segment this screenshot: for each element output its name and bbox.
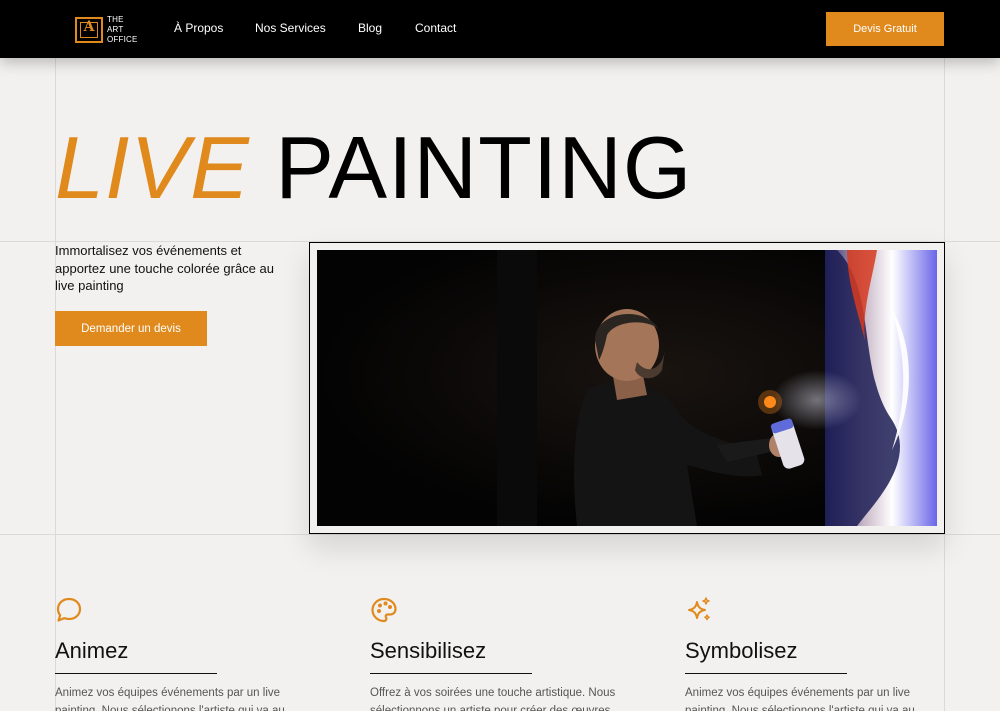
nav-link-blog[interactable]: Blog bbox=[358, 21, 382, 35]
feature-sensibilisez: Sensibilisez Offrez à vos soirées une to… bbox=[370, 596, 640, 711]
feature-divider bbox=[685, 673, 847, 674]
live-painting-illustration bbox=[317, 250, 937, 526]
logo-line: THE bbox=[107, 15, 124, 24]
feature-symbolisez: Symbolisez Animez vos équipes événements… bbox=[685, 596, 955, 711]
feature-text: Animez vos équipes événements par un liv… bbox=[685, 687, 915, 711]
palette-icon bbox=[371, 597, 397, 623]
feature-divider bbox=[370, 673, 532, 674]
logo-letter: A bbox=[83, 19, 95, 35]
feature-divider bbox=[55, 673, 217, 674]
nav-link-nos-services[interactable]: Nos Services bbox=[255, 21, 326, 35]
nav-link-contact[interactable]: Contact bbox=[415, 21, 456, 35]
chat-bubble-icon bbox=[56, 597, 82, 622]
demander-devis-button[interactable]: Demander un devis bbox=[55, 311, 207, 346]
devis-gratuit-button[interactable]: Devis Gratuit bbox=[826, 12, 944, 46]
feature-animez: Animez Animez vos équipes événements par… bbox=[55, 596, 325, 711]
feature-text: Animez vos équipes événements par un liv… bbox=[55, 687, 285, 711]
site-logo[interactable]: A THE ART OFFICE bbox=[75, 15, 138, 45]
sparkles-icon bbox=[688, 597, 710, 621]
feature-title: Symbolisez bbox=[685, 638, 798, 663]
hero-title-accent: LIVE bbox=[55, 118, 250, 217]
guide-line bbox=[0, 534, 1000, 535]
feature-text: Offrez à vos soirées une touche artistiq… bbox=[370, 687, 616, 711]
hero-title: LIVE PAINTING bbox=[55, 118, 692, 218]
logo-text: THE ART OFFICE bbox=[107, 15, 138, 45]
hero-photo-live-painter bbox=[317, 250, 937, 526]
top-navbar: A THE ART OFFICE À Propos Nos Services B… bbox=[0, 0, 1000, 58]
feature-title: Animez bbox=[55, 638, 129, 663]
logo-line: OFFICE bbox=[107, 35, 138, 44]
hero-description: Immortalisez vos événements et apportez … bbox=[55, 243, 274, 293]
logo-line: ART bbox=[107, 25, 124, 34]
hero-title-main: PAINTING bbox=[275, 118, 693, 217]
feature-title: Sensibilisez bbox=[370, 638, 487, 663]
nav-link-a-propos[interactable]: À Propos bbox=[174, 21, 223, 35]
